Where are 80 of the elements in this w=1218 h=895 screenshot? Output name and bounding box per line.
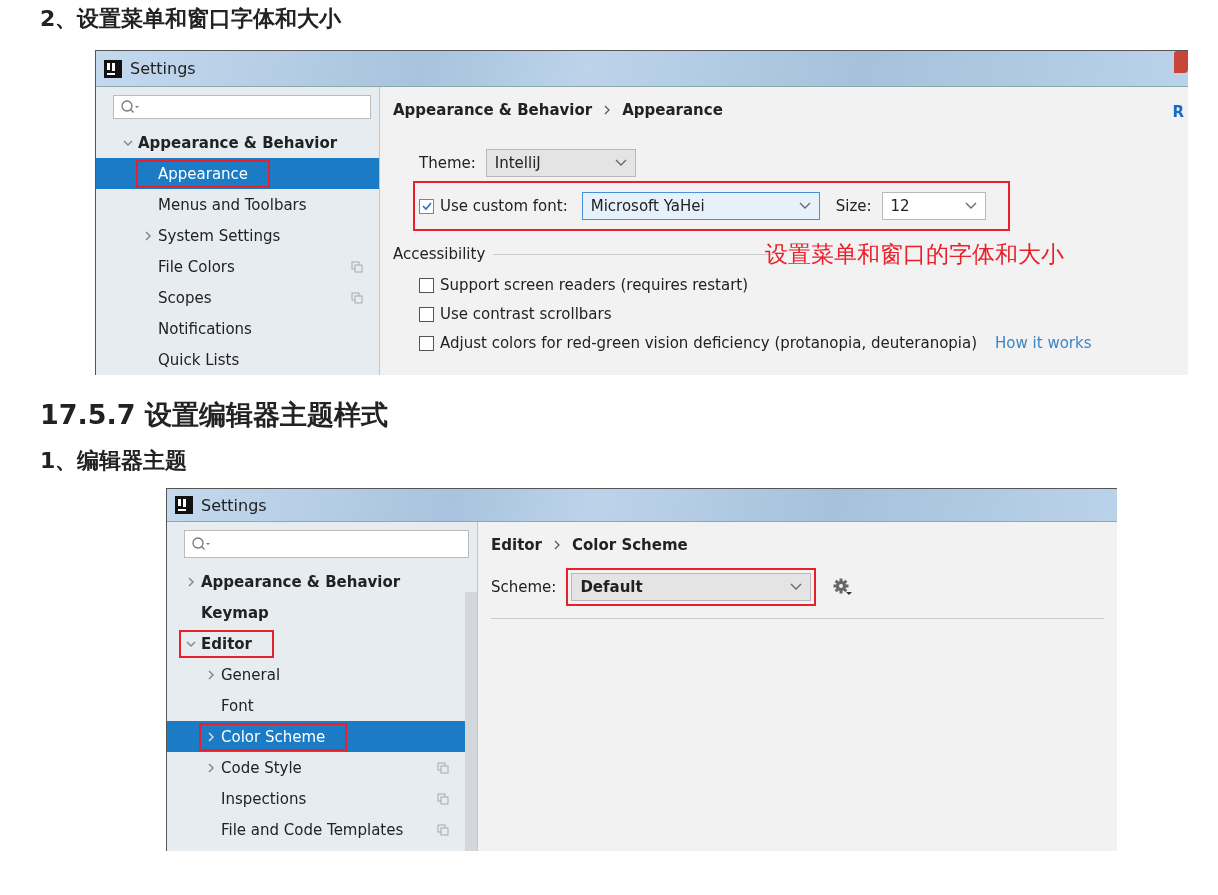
tree-item-label: Appearance & Behavior [138,133,338,152]
tree-item[interactable]: Code Style [167,752,465,784]
search-field[interactable] [113,95,371,120]
window-title: Settings [201,495,267,515]
section-heading: 17.5.7 设置编辑器主题样式 [39,399,389,432]
tree-item[interactable]: Appearance [96,158,379,190]
tree-item-label: Appearance & Behavior [201,572,401,591]
tree-item[interactable]: Color Scheme [167,721,465,753]
checkbox[interactable] [419,277,434,293]
tree-item-label: Code Style [221,758,302,777]
checkbox-label: Use custom font: [440,197,568,216]
section-label: Accessibility [393,245,486,264]
reset-link[interactable]: R [1172,103,1184,122]
scheme-dropdown[interactable]: Default [571,573,812,602]
tree-item-label: File and Code Templates [221,820,404,839]
how-it-works-link[interactable]: How it works [995,334,1092,353]
tree-item[interactable]: Menus and Toolbars [96,189,379,221]
chevron-right-icon[interactable] [205,668,217,681]
theme-label: Theme: [419,154,476,173]
font-dropdown[interactable]: Microsoft YaHei [581,192,820,221]
tree-item[interactable]: Notifications [96,313,379,345]
checkbox-label: Adjust colors for red-green vision deficiency (protanopia, deuteranopia) [440,334,978,353]
checkbox-label: Support screen readers (requires restart) [440,276,749,295]
chevron-right-icon[interactable] [205,730,217,743]
checkbox-label: Use contrast scrollbars [440,305,612,324]
tree-item-label: Quick Lists [158,350,240,369]
section-heading: 2、设置菜单和窗口字体和大小 [39,6,342,33]
tree-item-label: Font [221,696,254,715]
tree-item[interactable]: General [167,659,465,691]
close-button[interactable] [1174,51,1188,74]
tree-item[interactable]: Appearance & Behavior [167,566,465,598]
breadcrumb-item[interactable]: Appearance & Behavior [393,101,593,120]
chevron-down-icon [798,202,811,211]
section-heading: 1、编辑器主题 [39,447,188,475]
tree-item[interactable]: Font [167,690,465,722]
breadcrumb-separator-icon [554,540,560,551]
tree-item-label: Appearance [158,164,249,183]
breadcrumb-separator-icon [604,105,611,116]
breadcrumb-item[interactable]: Appearance [622,101,723,120]
tree-item-label: General [221,665,281,684]
tree-item-label: Menus and Toolbars [158,195,307,214]
tree-item[interactable]: Editor [167,628,465,660]
tree-item[interactable]: Appearance & Behavior [96,127,379,159]
tree-item[interactable]: System Settings [96,220,379,252]
tree-item-label: File Colors [158,257,235,276]
tree-item[interactable]: File and Code Templates [167,814,465,846]
window-title: Settings [130,59,196,79]
tree-item-label: Scopes [158,288,212,307]
chevron-right-icon[interactable] [205,761,217,774]
chevron-down-icon [790,583,803,592]
tree-item-label: Notifications [158,319,252,338]
tree-item-label: Editor [201,634,252,653]
breadcrumb-item[interactable]: Color Scheme [572,536,688,555]
annotation-text: 设置菜单和窗口的字体和大小 [765,240,1064,270]
app-logo-icon [175,496,193,515]
size-label: Size: [835,197,872,216]
chevron-down-icon [964,202,977,211]
tree-item-label: System Settings [158,226,281,245]
theme-dropdown[interactable]: IntelliJ [485,149,636,178]
tree-item[interactable]: Inspections [167,783,465,815]
chevron-down-icon [614,159,627,168]
tree-item[interactable]: Scopes [96,282,379,314]
tree-item-label: Keymap [201,603,269,622]
tree-item[interactable]: Quick Lists [96,344,379,376]
breadcrumb-item[interactable]: Editor [491,536,542,555]
tree-item[interactable]: Keymap [167,597,465,629]
settings-icon[interactable] [832,577,855,598]
app-logo-icon [104,59,122,78]
tree-item-label: Color Scheme [221,727,326,746]
scrollbar[interactable] [465,592,477,852]
size-dropdown[interactable]: 12 [881,192,986,221]
tree-item-label: Inspections [221,789,307,808]
chevron-right-icon[interactable] [142,229,154,242]
checkbox[interactable] [419,198,434,214]
scheme-label: Scheme: [491,578,557,597]
search-field[interactable] [184,530,469,559]
checkbox[interactable] [419,306,434,322]
checkbox[interactable] [419,335,434,351]
tree-item[interactable]: File Colors [96,251,379,283]
chevron-right-icon[interactable] [185,575,197,588]
